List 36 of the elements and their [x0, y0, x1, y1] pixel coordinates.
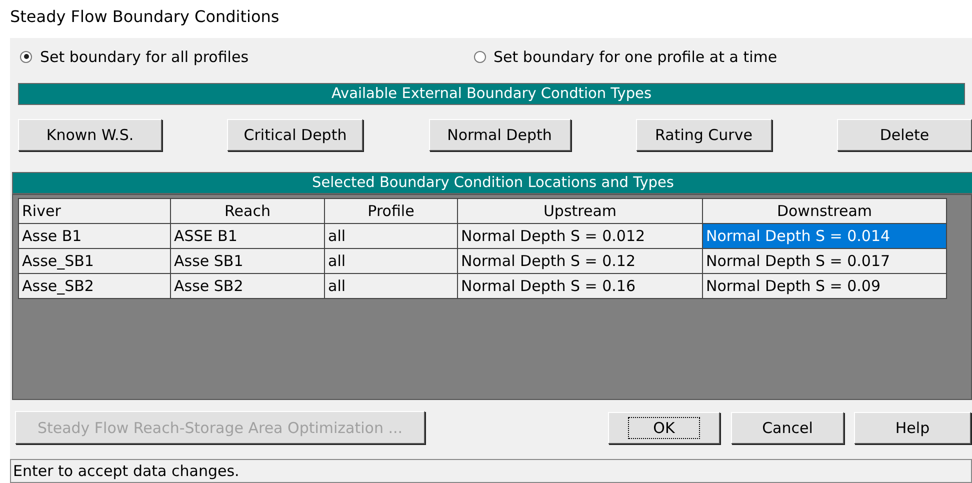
radio-button[interactable] [474, 50, 486, 63]
table-cell[interactable]: all [324, 274, 458, 299]
section-header: Available External Boundary Condtion Types [18, 83, 965, 106]
table-cell[interactable]: all [324, 248, 458, 274]
table-cell[interactable]: Asse SB2 [170, 274, 324, 299]
table-cell[interactable]: Normal Depth S = 0.017 [702, 248, 946, 274]
type-button[interactable]: Delete [837, 119, 972, 152]
help-button[interactable]: Help [854, 412, 971, 444]
status-bar: Enter to accept data changes. [10, 459, 972, 483]
column-header: Upstream [458, 198, 702, 224]
column-header: Reach [170, 198, 324, 224]
window-title: Steady Flow Boundary Conditions [9, 6, 280, 28]
table-cell[interactable]: Normal Depth S = 0.16 [458, 274, 702, 299]
type-button[interactable]: Critical Depth [227, 119, 364, 152]
table-cell[interactable]: Asse_SB2 [18, 274, 170, 299]
table-cell[interactable]: Asse B1 [18, 224, 170, 249]
type-button[interactable]: Rating Curve [636, 119, 772, 152]
column-header: River [18, 198, 170, 224]
section-header: Selected Boundary Condition Locations and Types [12, 172, 972, 194]
column-header: Profile [324, 198, 458, 224]
ok-button[interactable]: OK [608, 412, 720, 444]
cancel-button[interactable]: Cancel [731, 412, 844, 444]
table-cell[interactable]: Asse SB1 [170, 248, 324, 274]
radio-label[interactable]: Set boundary for all profiles [40, 48, 249, 66]
table-cell[interactable]: all [324, 224, 458, 249]
table-cell[interactable]: Asse_SB1 [18, 248, 170, 274]
type-button[interactable]: Known W.S. [18, 119, 162, 152]
table-cell[interactable]: Normal Depth S = 0.012 [458, 224, 702, 249]
table-cell[interactable]: Normal Depth S = 0.09 [702, 274, 946, 299]
column-header: Downstream [702, 198, 946, 224]
radio-label[interactable]: Set boundary for one profile at a time [494, 48, 778, 66]
table-cell[interactable]: Normal Depth S = 0.014 [702, 224, 946, 249]
table-cell[interactable]: Normal Depth S = 0.12 [458, 248, 702, 274]
radio-button[interactable] [20, 50, 32, 63]
type-button[interactable]: Normal Depth [428, 119, 570, 152]
table-cell[interactable]: ASSE B1 [170, 224, 324, 249]
